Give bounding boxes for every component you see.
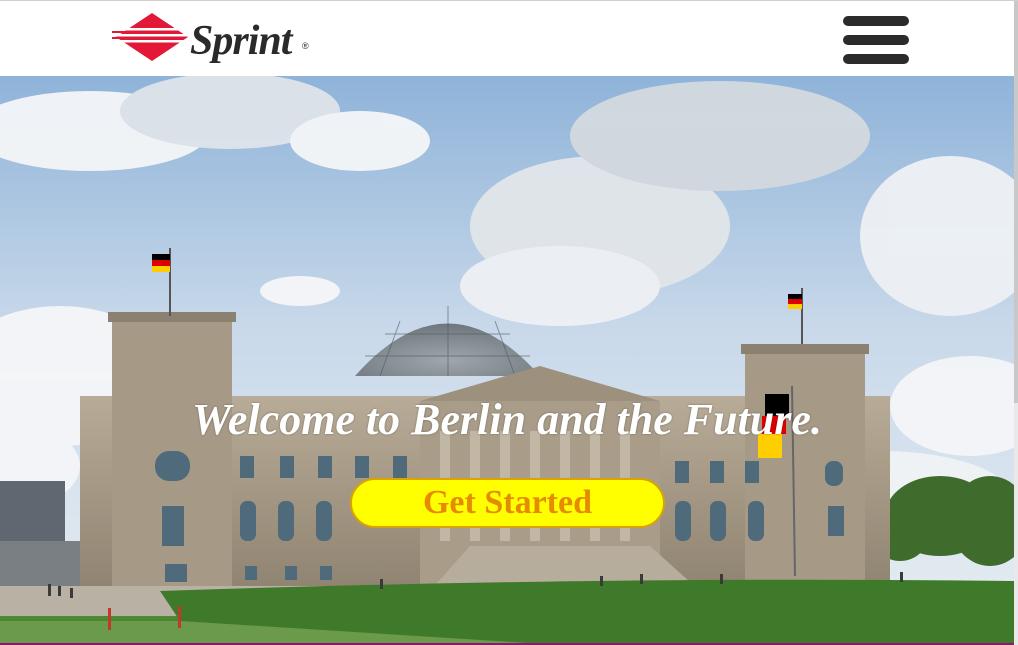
reichstag-background-image xyxy=(0,76,1014,645)
hamburger-menu-button[interactable] xyxy=(841,14,911,66)
hero-section: Welcome to Berlin and the Future. Get St… xyxy=(0,76,1014,645)
site-header: Sprint ® xyxy=(0,1,1014,76)
registered-mark: ® xyxy=(302,41,309,51)
get-started-button[interactable]: Get Started xyxy=(350,478,665,528)
sprint-logo[interactable]: Sprint ® xyxy=(112,11,322,66)
sprint-wordmark: Sprint xyxy=(190,18,292,64)
menu-bar-bottom xyxy=(843,54,909,64)
sprint-diamond-icon xyxy=(112,13,192,61)
menu-bar-middle xyxy=(843,35,909,45)
scrollbar-thumb[interactable] xyxy=(1014,1,1018,403)
page: Sprint ® Welcome to Berlin and the Futur… xyxy=(0,0,1018,645)
hero-title: Welcome to Berlin and the Future. xyxy=(192,395,822,444)
menu-bar-top xyxy=(843,16,909,26)
